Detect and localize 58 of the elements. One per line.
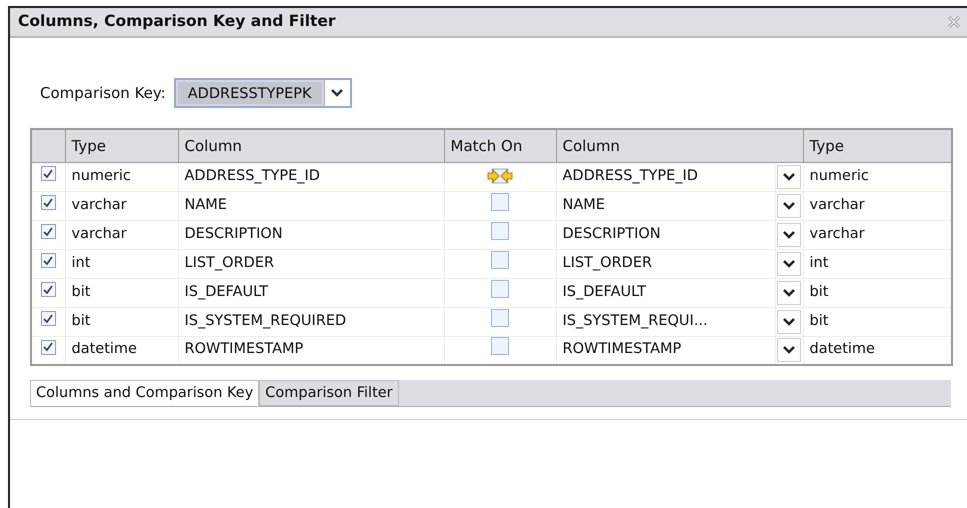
dropdown-button[interactable] bbox=[777, 338, 801, 362]
row-checkbox[interactable] bbox=[40, 224, 56, 240]
tab[interactable]: Columns and Comparison Key bbox=[30, 380, 260, 406]
table-cell: IS_SYSTEM_REQUIRED bbox=[178, 307, 444, 336]
table-cell: NAME bbox=[178, 191, 444, 220]
row-checkbox[interactable] bbox=[40, 340, 56, 355]
comparison-key-label: Comparison Key: bbox=[40, 82, 166, 104]
table-cell: ADDRESS_TYPE_ID bbox=[556, 162, 775, 191]
table-cell: IS_DEFAULT bbox=[556, 278, 775, 307]
match-checkbox[interactable] bbox=[491, 280, 509, 298]
column-header: Column bbox=[178, 129, 444, 162]
match-arrows-icon[interactable] bbox=[487, 168, 513, 184]
match-checkbox[interactable] bbox=[491, 250, 509, 269]
window-title: Columns, Comparison Key and Filter bbox=[18, 11, 336, 32]
match-checkbox[interactable] bbox=[491, 337, 509, 356]
dropdown-button[interactable] bbox=[777, 280, 801, 304]
caret-icon bbox=[783, 260, 795, 268]
table-cell: bit bbox=[65, 307, 178, 336]
close-icon[interactable] bbox=[947, 15, 961, 29]
table-cell: varchar bbox=[65, 191, 178, 220]
caret-icon bbox=[783, 288, 795, 296]
dropdown-button[interactable] bbox=[777, 252, 801, 276]
row-checkbox[interactable] bbox=[40, 195, 56, 210]
caret-icon bbox=[331, 89, 344, 97]
table-cell: int bbox=[65, 249, 178, 278]
caret-icon bbox=[783, 230, 795, 238]
table-cell: varchar bbox=[65, 220, 178, 249]
table-cell: numeric bbox=[65, 162, 178, 191]
table-cell: LIST_ORDER bbox=[178, 249, 444, 278]
match-checkbox[interactable] bbox=[491, 222, 509, 240]
table-cell: LIST_ORDER bbox=[556, 249, 775, 278]
dropdown-button[interactable] bbox=[777, 310, 801, 334]
caret-icon bbox=[783, 346, 795, 354]
match-checkbox[interactable] bbox=[491, 192, 509, 211]
dropdown-button[interactable] bbox=[777, 164, 801, 188]
match-checkbox[interactable] bbox=[491, 308, 509, 327]
table-cell: IS_DEFAULT bbox=[178, 278, 444, 307]
caret-icon bbox=[783, 202, 795, 210]
table-cell: ADDRESS_TYPE_ID bbox=[178, 162, 444, 191]
table-cell: bit bbox=[65, 278, 178, 307]
column-header: Type bbox=[65, 129, 178, 162]
row-checkbox[interactable] bbox=[40, 166, 56, 182]
column-header: Type bbox=[803, 129, 952, 162]
column-header: Column bbox=[556, 129, 804, 162]
caret-icon bbox=[783, 318, 795, 326]
caret-icon bbox=[783, 172, 795, 180]
row-checkbox[interactable] bbox=[40, 282, 56, 298]
table-cell: DESCRIPTION bbox=[556, 220, 775, 249]
column-header: Match On bbox=[444, 129, 556, 162]
row-checkbox[interactable] bbox=[40, 253, 56, 268]
dropdown-button[interactable] bbox=[777, 222, 801, 246]
table-cell: IS_SYSTEM_REQUI... bbox=[556, 307, 775, 336]
comparison-key-dropdown[interactable]: ADDRESSTYPEPK bbox=[174, 78, 352, 108]
table-cell: DESCRIPTION bbox=[178, 220, 444, 249]
table-cell: NAME bbox=[556, 191, 775, 220]
row-checkbox[interactable] bbox=[40, 311, 56, 326]
tab[interactable]: Comparison Filter bbox=[259, 380, 399, 406]
dropdown-button[interactable] bbox=[777, 194, 801, 218]
